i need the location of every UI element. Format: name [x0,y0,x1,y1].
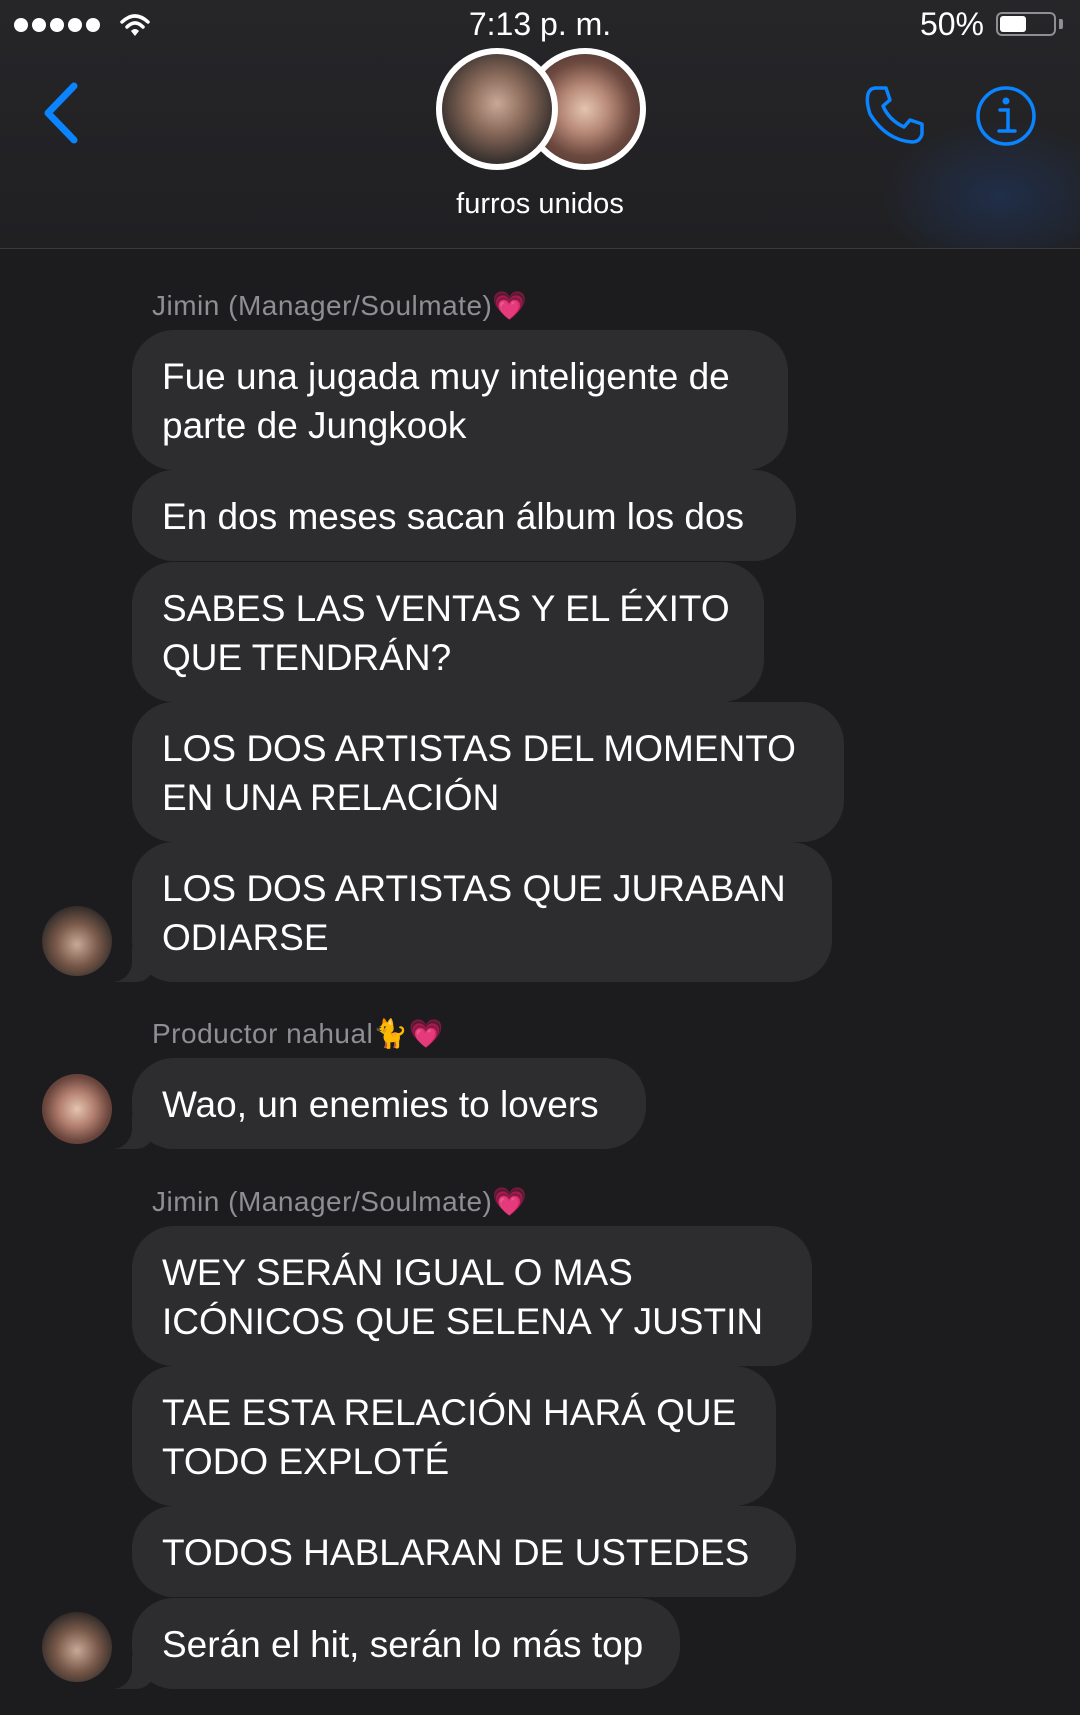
group-title[interactable]: furros unidos [0,184,1080,224]
avatar[interactable] [42,906,112,976]
battery-icon [996,12,1056,36]
status-bar: 7:13 p. m. 50% [0,0,1080,50]
message-bubble[interactable]: Wao, un enemies to lovers [104,1058,646,1149]
chevron-left-icon[interactable] [36,78,86,148]
avatar[interactable] [42,1074,112,1144]
battery-nub [1059,19,1063,29]
message-bubble[interactable]: LOS DOS ARTISTAS DEL MOMENTO EN UNA RELA… [132,702,844,842]
message-bubble[interactable]: Fue una jugada muy inteligente de parte … [132,330,788,470]
message-bubble[interactable]: TAE ESTA RELACIÓN HARÁ QUE TODO EXPLOTÉ [132,1366,776,1506]
message-bubble[interactable]: Serán el hit, serán lo más top [104,1598,680,1689]
avatar[interactable] [42,1612,112,1682]
group-avatars[interactable] [436,48,646,172]
sender-name: Productor nahual🐈💗 [152,1018,444,1049]
message-bubble[interactable]: WEY SERÁN IGUAL O MAS ICÓNICOS QUE SELEN… [132,1226,812,1366]
info-icon[interactable] [974,84,1038,148]
message-bubble[interactable]: SABES LAS VENTAS Y EL ÉXITO QUE TENDRÁN? [132,562,764,702]
message-bubble[interactable]: En dos meses sacan álbum los dos [132,470,796,561]
sender-name: Jimin (Manager/Soulmate)💗 [152,1186,528,1217]
status-time: 7:13 p. m. [468,6,612,42]
avatar [436,48,558,170]
message-bubble[interactable]: LOS DOS ARTISTAS QUE JURABAN ODIARSE [104,842,832,982]
sender-name: Jimin (Manager/Soulmate)💗 [152,290,528,321]
message-bubble[interactable]: TODOS HABLARAN DE USTEDES [132,1506,796,1597]
phone-icon[interactable] [862,82,928,148]
battery-level [1000,16,1026,32]
battery-percent: 50% [919,6,984,42]
